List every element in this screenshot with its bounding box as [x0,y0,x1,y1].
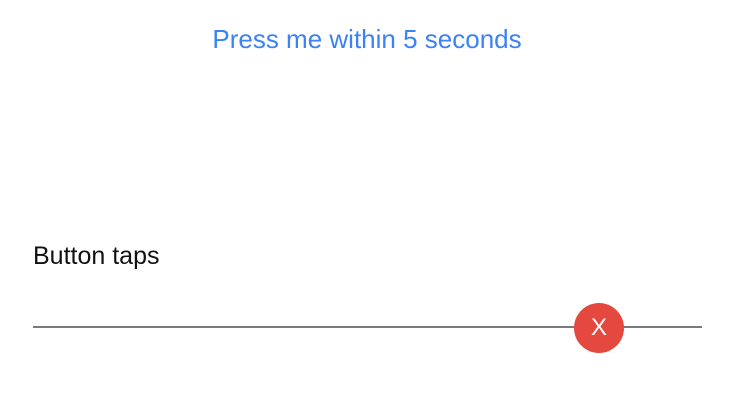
button-taps-label: Button taps [33,242,160,270]
press-me-button[interactable]: Press me within 5 seconds [0,20,734,58]
button-taps-thumb[interactable]: X [574,303,624,353]
